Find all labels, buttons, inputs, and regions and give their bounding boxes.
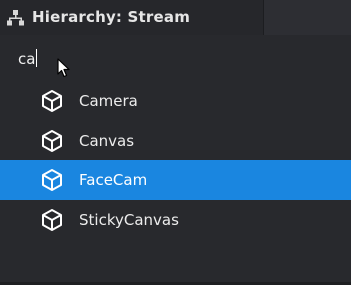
panel-tab-bar: Hierarchy: Stream — [0, 0, 351, 35]
cube-icon — [42, 130, 62, 152]
list-item[interactable]: StickyCanvas — [0, 200, 351, 240]
list-item-selected[interactable]: FaceCam — [0, 160, 351, 200]
cube-icon — [42, 209, 62, 231]
mouse-pointer-icon — [57, 58, 70, 78]
hierarchy-tab[interactable]: Hierarchy: Stream — [0, 0, 264, 35]
list-item-label: FaceCam — [79, 171, 148, 189]
hierarchy-panel: Hierarchy: Stream Camera — [0, 0, 351, 285]
list-item[interactable]: Camera — [0, 81, 351, 121]
panel-title: Hierarchy: Stream — [32, 8, 191, 26]
cube-icon — [42, 169, 62, 191]
list-item[interactable]: Canvas — [0, 121, 351, 161]
list-item-label: Canvas — [79, 132, 135, 150]
cube-icon — [42, 90, 62, 112]
text-caret — [36, 49, 37, 67]
list-item-label: Camera — [79, 92, 138, 110]
hierarchy-icon — [7, 10, 24, 26]
list-item-label: StickyCanvas — [79, 211, 179, 229]
search-bar — [0, 41, 351, 79]
